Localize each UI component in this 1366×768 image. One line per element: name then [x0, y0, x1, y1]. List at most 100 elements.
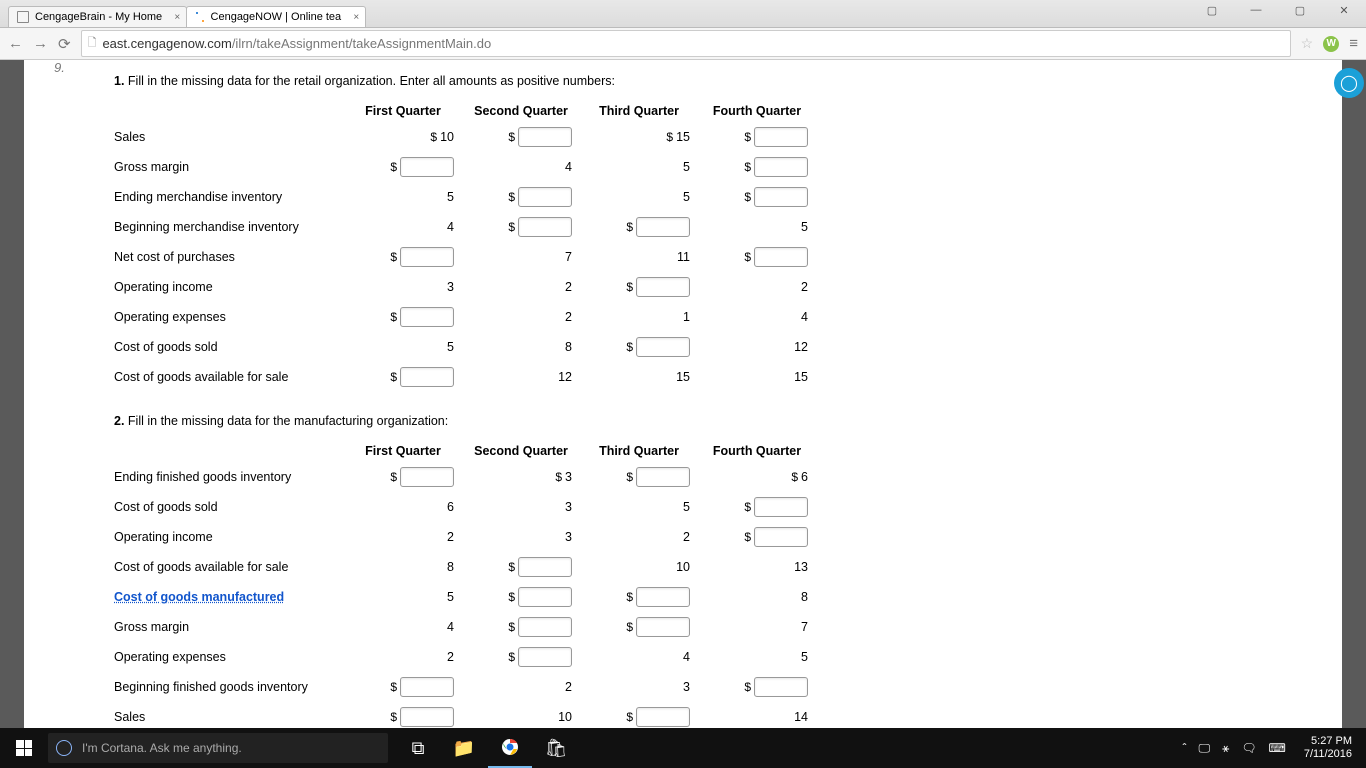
amount-input[interactable] [754, 157, 808, 177]
amount-input[interactable] [636, 337, 690, 357]
row-label: Ending merchandise inventory [114, 182, 344, 212]
cell-value: 2 [801, 280, 808, 294]
chrome-icon [501, 738, 519, 756]
amount-input[interactable] [754, 187, 808, 207]
amount-input[interactable] [518, 187, 572, 207]
row-label: Operating expenses [114, 302, 344, 332]
cell-value: 3 [447, 280, 454, 294]
dollar-sign: $ [508, 560, 515, 574]
forward-button[interactable]: → [33, 35, 48, 52]
question-number: 9. [54, 60, 65, 75]
amount-input[interactable] [400, 467, 454, 487]
amount-input[interactable] [400, 707, 454, 727]
dollar-sign: $ [666, 130, 673, 144]
row-label[interactable]: Cost of goods manufactured [114, 582, 344, 612]
page-icon [195, 11, 204, 23]
amount-input[interactable] [400, 677, 454, 697]
cell-value: 5 [447, 590, 454, 604]
clock[interactable]: 5:27 PM 7/11/2016 [1298, 735, 1358, 761]
browser-tab[interactable]: CengageNOW | Online tea × [186, 6, 366, 27]
address-bar[interactable]: 🗋 east.cengagenow.com/ilrn/takeAssignmen… [81, 30, 1291, 57]
row-label: Cost of goods sold [114, 492, 344, 522]
row-label: Operating income [114, 522, 344, 552]
cell-value: 4 [683, 650, 690, 664]
amount-input[interactable] [754, 247, 808, 267]
column-header: Third Quarter [580, 100, 698, 122]
close-button[interactable]: ✕ [1322, 0, 1366, 20]
volume-icon[interactable]: 🗨 [1241, 741, 1256, 755]
reload-button[interactable]: ⟳ [58, 35, 71, 53]
row-label: Operating expenses [114, 642, 344, 672]
browser-toolbar: ← → ⟳ 🗋 east.cengagenow.com/ilrn/takeAss… [0, 28, 1366, 60]
cell-value: 5 [801, 650, 808, 664]
support-widget[interactable]: ◯ [1334, 68, 1364, 98]
amount-input[interactable] [400, 307, 454, 327]
column-header: Fourth Quarter [698, 100, 816, 122]
amount-input[interactable] [518, 557, 572, 577]
chrome-button[interactable] [488, 728, 532, 768]
amount-input[interactable] [754, 527, 808, 547]
amount-input[interactable] [636, 277, 690, 297]
extension-icon[interactable]: W [1323, 36, 1339, 52]
back-button[interactable]: ← [8, 35, 23, 52]
amount-input[interactable] [754, 127, 808, 147]
amount-input[interactable] [518, 587, 572, 607]
bookmark-icon[interactable]: ☆ [1301, 35, 1314, 52]
maximize-button[interactable]: ▢ [1278, 0, 1322, 20]
amount-input[interactable] [400, 367, 454, 387]
store-button[interactable]: 🛍 [534, 728, 578, 768]
amount-input[interactable] [636, 467, 690, 487]
amount-input[interactable] [754, 677, 808, 697]
dollar-sign: $ [744, 680, 751, 694]
amount-input[interactable] [518, 647, 572, 667]
dollar-sign: $ [744, 250, 751, 264]
cell-value: 7 [565, 250, 572, 264]
amount-input[interactable] [400, 157, 454, 177]
cortana-search[interactable]: I'm Cortana. Ask me anything. [48, 733, 388, 763]
site-icon: 🗋 [88, 34, 97, 53]
question-1-prompt: 1. Fill in the missing data for the reta… [114, 74, 1330, 88]
dollar-sign: $ [390, 370, 397, 384]
task-view-button[interactable]: ⧉ [396, 728, 440, 768]
close-icon[interactable]: × [174, 12, 180, 23]
cell-value: 8 [447, 560, 454, 574]
amount-input[interactable] [754, 497, 808, 517]
minimize-button[interactable]: — [1234, 0, 1278, 20]
cell-value: 6 [801, 470, 808, 484]
amount-input[interactable] [636, 617, 690, 637]
tab-title: CengageNOW | Online tea [211, 11, 342, 23]
cell-value: 14 [794, 710, 808, 724]
amount-input[interactable] [518, 127, 572, 147]
table-row: Cost of goods available for sale$121515 [114, 362, 816, 392]
dollar-sign: $ [390, 250, 397, 264]
amount-input[interactable] [636, 587, 690, 607]
cell-value: 2 [565, 680, 572, 694]
column-header: Second Quarter [462, 440, 580, 462]
menu-button[interactable]: ≡ [1349, 35, 1358, 52]
dollar-sign: $ [626, 220, 633, 234]
battery-icon[interactable]: 🖵 [1199, 741, 1211, 756]
keyboard-icon[interactable]: ⌨ [1269, 741, 1286, 755]
dollar-sign: $ [626, 340, 633, 354]
wifi-icon[interactable]: ⚹ [1222, 741, 1229, 756]
table-row: Net cost of purchases$711$ [114, 242, 816, 272]
amount-input[interactable] [518, 217, 572, 237]
cell-value: 10 [440, 130, 454, 144]
start-button[interactable] [0, 740, 48, 756]
cell-value: 12 [794, 340, 808, 354]
page-content[interactable]: 9. 1. Fill in the missing data for the r… [24, 60, 1342, 728]
row-label: Operating income [114, 272, 344, 302]
amount-input[interactable] [400, 247, 454, 267]
tray-chevron-icon[interactable]: ˆ [1183, 741, 1187, 755]
browser-tab[interactable]: CengageBrain - My Home × [8, 6, 187, 27]
row-label: Cost of goods available for sale [114, 362, 344, 392]
amount-input[interactable] [518, 617, 572, 637]
file-explorer-button[interactable]: 📁 [442, 728, 486, 768]
table-row: Gross margin4$$7 [114, 612, 816, 642]
cell-value: 3 [565, 500, 572, 514]
amount-input[interactable] [636, 217, 690, 237]
close-icon[interactable]: × [353, 12, 359, 23]
user-icon[interactable]: ▢ [1190, 0, 1234, 20]
amount-input[interactable] [636, 707, 690, 727]
dollar-sign: $ [508, 650, 515, 664]
